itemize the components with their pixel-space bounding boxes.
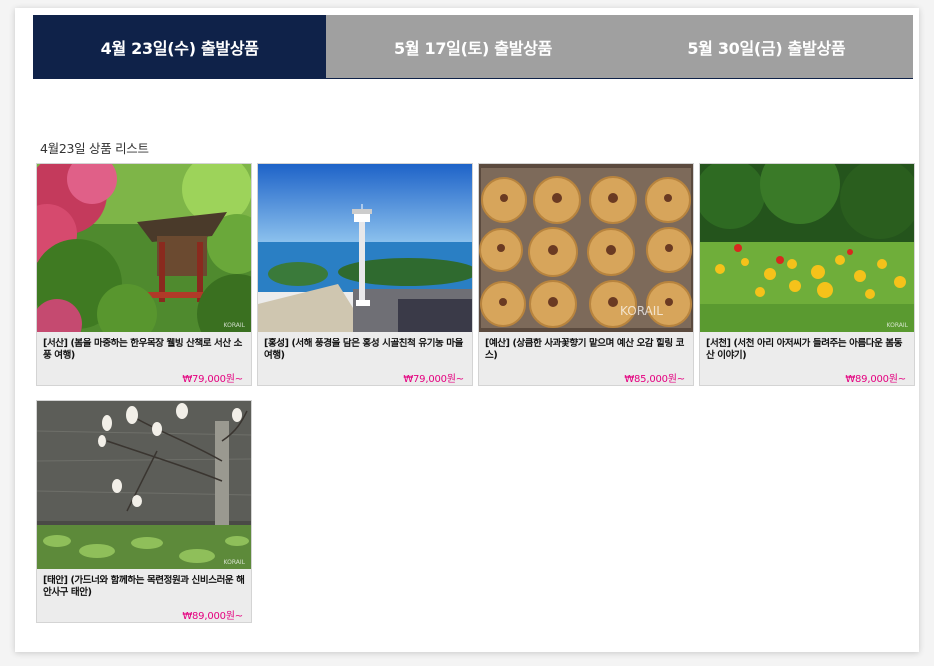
product-card-seocheon[interactable]: KORAIL [서천] (서천 아리 아저씨가 들려주는 아름다운 봄동산 이야… (699, 163, 915, 386)
product-image-tulips[interactable]: KORAIL (700, 164, 914, 332)
product-price: ₩89,000원~ (182, 611, 243, 622)
image-watermark: KORAIL (223, 322, 245, 329)
product-price: ₩79,000원~ (182, 374, 243, 385)
product-panel: 4월 23일(수) 출발상품 5월 17일(토) 출발상품 5월 30일(금) … (15, 8, 919, 652)
product-price: ₩89,000원~ (845, 374, 906, 385)
tab-april-23[interactable]: 4월 23일(수) 출발상품 (33, 15, 327, 78)
product-list-title: 4월23일 상품 리스트 (40, 141, 149, 156)
product-image-pies[interactable]: KORAIL (479, 164, 693, 332)
product-price: ₩79,000원~ (403, 374, 464, 385)
product-title[interactable]: [서산] (봄을 마중하는 한우목장 웰빙 산책로 서산 소풍 여행) (43, 338, 247, 362)
tab-may-17[interactable]: 5월 17일(토) 출발상품 (326, 15, 620, 78)
product-card-taean[interactable]: KORAIL [태안] (가드너와 함께하는 목련정원과 신비스러운 해안사구 … (36, 400, 252, 623)
image-watermark: KORAIL (886, 322, 908, 329)
image-watermark: KORAIL (620, 304, 663, 318)
product-title[interactable]: [예산] (상큼한 사과꽃향기 맡으며 예산 오감 힐링 코스) (485, 338, 689, 362)
product-image-tower[interactable] (258, 164, 472, 332)
departure-date-tabs: 4월 23일(수) 출발상품 5월 17일(토) 출발상품 5월 30일(금) … (33, 15, 913, 79)
product-image-magnolia[interactable]: KORAIL (37, 401, 251, 569)
product-title[interactable]: [태안] (가드너와 함께하는 목련정원과 신비스러운 해안사구 태안) (43, 575, 247, 599)
image-watermark: KORAIL (223, 559, 245, 566)
product-title[interactable]: [홍성] (서해 풍경을 담은 홍성 시골친척 유기농 마을 여행) (264, 338, 468, 362)
product-card-hongseong[interactable]: [홍성] (서해 풍경을 담은 홍성 시골친척 유기농 마을 여행) ₩79,0… (257, 163, 473, 386)
product-title[interactable]: [서천] (서천 아리 아저씨가 들려주는 아름다운 봄동산 이야기) (706, 338, 910, 362)
tab-may-30[interactable]: 5월 30일(금) 출발상품 (619, 15, 913, 78)
product-price: ₩85,000원~ (624, 374, 685, 385)
product-card-yesan[interactable]: KORAIL [예산] (상큼한 사과꽃향기 맡으며 예산 오감 힐링 코스) … (478, 163, 694, 386)
product-card-seosan[interactable]: KORAIL [서산] (봄을 마중하는 한우목장 웰빙 산책로 서산 소풍 여… (36, 163, 252, 386)
product-image-pavilion[interactable]: KORAIL (37, 164, 251, 332)
